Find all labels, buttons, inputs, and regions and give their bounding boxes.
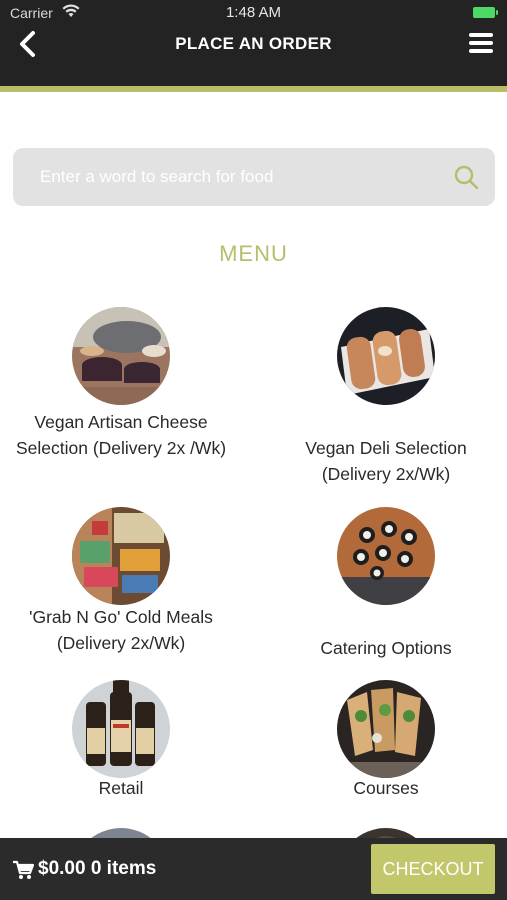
menu-heading: MENU [219,241,288,266]
search-bar [13,148,495,206]
shopping-cart-icon [13,860,34,879]
status-time: 1:48 AM [225,4,282,21]
menu-item-label: Vegan Deli Selection (Delivery 2x/Wk) [305,438,467,484]
catering-image [337,507,435,605]
menu-item-label: Courses [353,778,419,798]
header-accent-line [0,86,507,92]
cart-bar: $0.00 0 items CHECKOUT [0,838,507,900]
menu-item-catering[interactable]: Catering Options [271,507,501,661]
menu-item-grab-n-go[interactable]: 'Grab N Go' Cold Meals (Delivery 2x/Wk) [6,507,236,656]
search-icon[interactable] [453,164,479,190]
grab-n-go-image [72,507,170,605]
header-bar: Carrier 1:48 AM PLACE AN ORDER [0,0,507,88]
menu-item-vegan-deli[interactable]: Vegan Deli Selection (Delivery 2x/Wk) [271,307,501,487]
hamburger-menu-button[interactable] [469,33,493,53]
menu-item-label: 'Grab N Go' Cold Meals (Delivery 2x/Wk) [29,607,213,653]
vegan-cheese-image [72,307,170,405]
checkout-button[interactable]: CHECKOUT [371,844,495,894]
cart-summary[interactable]: $0.00 0 items [38,858,156,880]
battery-icon [473,7,498,18]
menu-item-retail[interactable]: Retail [6,680,236,801]
page-title: PLACE AN ORDER [175,34,332,53]
retail-image [72,680,170,778]
menu-item-vegan-cheese[interactable]: Vegan Artisan Cheese Selection (Delivery… [6,307,236,461]
search-input[interactable] [40,148,440,206]
courses-image [337,680,435,778]
vegan-deli-image [337,307,435,405]
menu-item-label: Catering Options [320,638,452,658]
menu-item-label: Retail [98,778,144,798]
status-bar: Carrier 1:48 AM [0,0,507,26]
menu-item-courses[interactable]: Courses [271,680,501,801]
hamburger-icon [469,33,493,37]
menu-item-label: Vegan Artisan Cheese Selection (Delivery… [15,412,227,458]
